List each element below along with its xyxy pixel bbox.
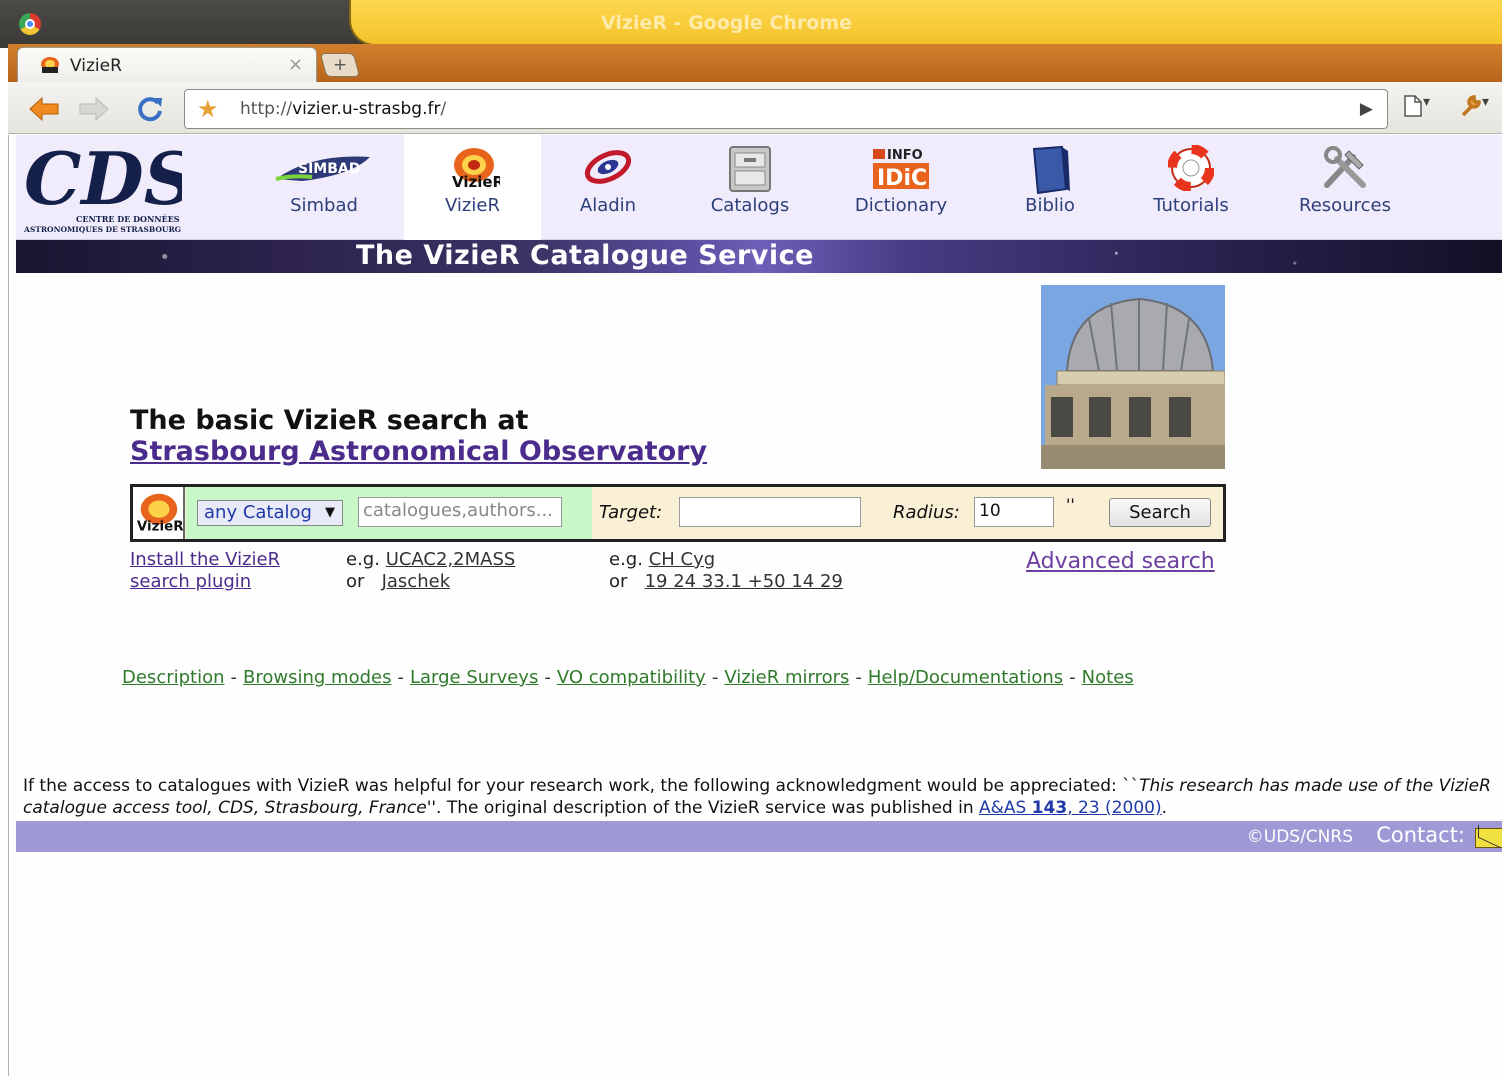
footer-link-description[interactable]: Description bbox=[122, 667, 225, 688]
page-headline: The basic VizieR search at bbox=[130, 405, 529, 436]
nav-label: Dictionary bbox=[854, 195, 948, 216]
svg-text:IDiC: IDiC bbox=[877, 166, 927, 191]
bottom-bar: ©UDS/CNRS Contact: bbox=[16, 821, 1502, 852]
svg-text:INFO: INFO bbox=[887, 148, 923, 163]
tools-icon bbox=[1324, 146, 1366, 188]
nav-label: Resources bbox=[1299, 195, 1391, 216]
nav-label: Tutorials bbox=[1153, 195, 1229, 216]
cds-header: CDS CENTRE DE DONNÉES ASTRONOMIQUES DE S… bbox=[16, 135, 1502, 240]
nav-simbad[interactable]: SIMBAD Simbad bbox=[262, 135, 386, 240]
footer-link-help[interactable]: Help/Documentations bbox=[868, 667, 1063, 688]
example-coords-link[interactable]: 19 24 33.1 +50 14 29 bbox=[645, 571, 843, 592]
contact-label: Contact: bbox=[1376, 823, 1465, 847]
svg-text:VizieR: VizieR bbox=[452, 173, 500, 191]
aladin-icon bbox=[584, 150, 632, 184]
nav-biblio[interactable]: Biblio bbox=[988, 135, 1112, 240]
radius-label: Radius: bbox=[893, 502, 960, 523]
radius-input[interactable]: 10 bbox=[974, 497, 1054, 527]
radius-unit: '' bbox=[1066, 495, 1075, 514]
nav-label: Aladin bbox=[579, 195, 637, 216]
bookmark-star-icon[interactable]: ★ bbox=[197, 95, 219, 123]
search-button[interactable]: Search bbox=[1109, 498, 1211, 527]
target-examples: e.g. CH Cyg or 19 24 33.1 +50 14 29 bbox=[609, 549, 843, 592]
svg-text:CENTRE DE DONNÉES: CENTRE DE DONNÉES bbox=[76, 214, 180, 224]
dropdown-arrow-icon: ▼ bbox=[325, 505, 335, 520]
copyright-text: ©UDS/CNRS bbox=[1246, 827, 1353, 847]
tab-title: VizieR bbox=[70, 56, 122, 76]
nav-dictionary[interactable]: INFO IDiC Dictionary bbox=[836, 135, 966, 240]
nav-label: Simbad bbox=[290, 195, 358, 216]
example-target-link[interactable]: CH Cyg bbox=[649, 549, 715, 570]
footer-link-large-surveys[interactable]: Large Surveys bbox=[410, 667, 538, 688]
catalog-zone: any Catalog ▼ catalogues,authors... bbox=[186, 487, 592, 539]
browser-tab-vizier[interactable]: VizieR × bbox=[17, 47, 317, 83]
url-text: http://vizier.u-strasbg.fr/ bbox=[240, 99, 447, 119]
catalog-search-input[interactable]: catalogues,authors... bbox=[358, 497, 562, 527]
observatory-photo bbox=[1041, 285, 1225, 469]
mail-icon[interactable] bbox=[1475, 828, 1502, 848]
search-form: VizieR any Catalog ▼ catalogues,authors..… bbox=[130, 484, 1226, 542]
target-input[interactable] bbox=[679, 497, 861, 527]
example-catalog-link[interactable]: UCAC2,2MASS bbox=[386, 549, 516, 570]
acknowledgment-text: If the access to catalogues with VizieR … bbox=[23, 776, 1491, 818]
chrome-logo-icon bbox=[19, 13, 41, 35]
footer-link-vo-compatibility[interactable]: VO compatibility bbox=[557, 667, 706, 688]
nav-catalogs[interactable]: Catalogs bbox=[688, 135, 812, 240]
biblio-icon bbox=[1032, 145, 1070, 195]
reference-link[interactable]: A&AS 143, 23 (2000) bbox=[979, 798, 1162, 818]
new-tab-button[interactable]: + bbox=[319, 53, 361, 77]
install-plugin-link[interactable]: Install the VizieR search plugin bbox=[130, 549, 310, 593]
footer-link-mirrors[interactable]: VizieR mirrors bbox=[724, 667, 849, 688]
footer-navigation: Description - Browsing modes - Large Surveys… bbox=[122, 667, 1134, 688]
observatory-link[interactable]: Strasbourg Astronomical Observatory bbox=[130, 436, 707, 467]
reload-icon[interactable] bbox=[133, 94, 167, 124]
advanced-search-link[interactable]: Advanced search bbox=[1026, 549, 1215, 574]
nav-label: Biblio bbox=[1025, 195, 1075, 216]
catalog-examples: e.g. UCAC2,2MASS or Jaschek bbox=[346, 549, 516, 592]
svg-text:VizieR: VizieR bbox=[137, 519, 184, 534]
vizier-icon: VizieR bbox=[452, 148, 500, 191]
page-icon bbox=[1404, 95, 1422, 117]
vizier-logo-icon: VizieR bbox=[133, 487, 185, 539]
example-author-link[interactable]: Jaschek bbox=[382, 571, 451, 592]
nav-tutorials[interactable]: Tutorials bbox=[1129, 135, 1253, 240]
go-icon[interactable]: ▶ bbox=[1360, 99, 1373, 119]
nav-aladin[interactable]: Aladin bbox=[546, 135, 670, 240]
svg-text:ASTRONOMIQUES DE STRASBOURG: ASTRONOMIQUES DE STRASBOURG bbox=[23, 225, 181, 234]
tab-close-icon[interactable]: × bbox=[288, 54, 303, 75]
wrench-icon bbox=[1461, 95, 1481, 117]
svg-text:CDS: CDS bbox=[24, 138, 182, 221]
simbad-icon: SIMBAD bbox=[275, 156, 370, 181]
back-arrow-icon[interactable] bbox=[27, 94, 61, 124]
nav-vizier[interactable]: VizieR VizieR bbox=[404, 135, 541, 240]
banner-title: The VizieR Catalogue Service bbox=[356, 240, 814, 271]
service-banner: The VizieR Catalogue Service bbox=[16, 240, 1502, 273]
catalogs-icon bbox=[729, 146, 771, 192]
footer-link-notes[interactable]: Notes bbox=[1082, 667, 1134, 688]
svg-text:SIMBAD: SIMBAD bbox=[298, 161, 360, 177]
wrench-menu-button[interactable]: ▾ bbox=[1460, 94, 1502, 124]
page-menu-button[interactable]: ▾ bbox=[1403, 94, 1443, 124]
nav-label: Catalogs bbox=[710, 195, 790, 216]
vizier-favicon-icon bbox=[41, 57, 59, 73]
lifebuoy-icon bbox=[1168, 145, 1214, 191]
nav-label: VizieR bbox=[445, 195, 500, 216]
dictionary-icon: INFO IDiC bbox=[873, 148, 929, 191]
target-label: Target: bbox=[599, 502, 663, 523]
footer-link-browsing-modes[interactable]: Browsing modes bbox=[243, 667, 391, 688]
cds-logo[interactable]: CDS CENTRE DE DONNÉES ASTRONOMIQUES DE S… bbox=[22, 138, 182, 234]
forward-arrow-icon[interactable] bbox=[77, 94, 111, 124]
nav-resources[interactable]: Resources bbox=[1280, 135, 1410, 240]
address-bar[interactable]: ★ http://vizier.u-strasbg.fr/ ▶ bbox=[184, 89, 1388, 129]
catalog-select[interactable]: any Catalog ▼ bbox=[197, 500, 343, 526]
window-title: VizieR - Google Chrome bbox=[349, 0, 1502, 46]
page-content: CDS CENTRE DE DONNÉES ASTRONOMIQUES DE S… bbox=[8, 135, 1502, 1076]
